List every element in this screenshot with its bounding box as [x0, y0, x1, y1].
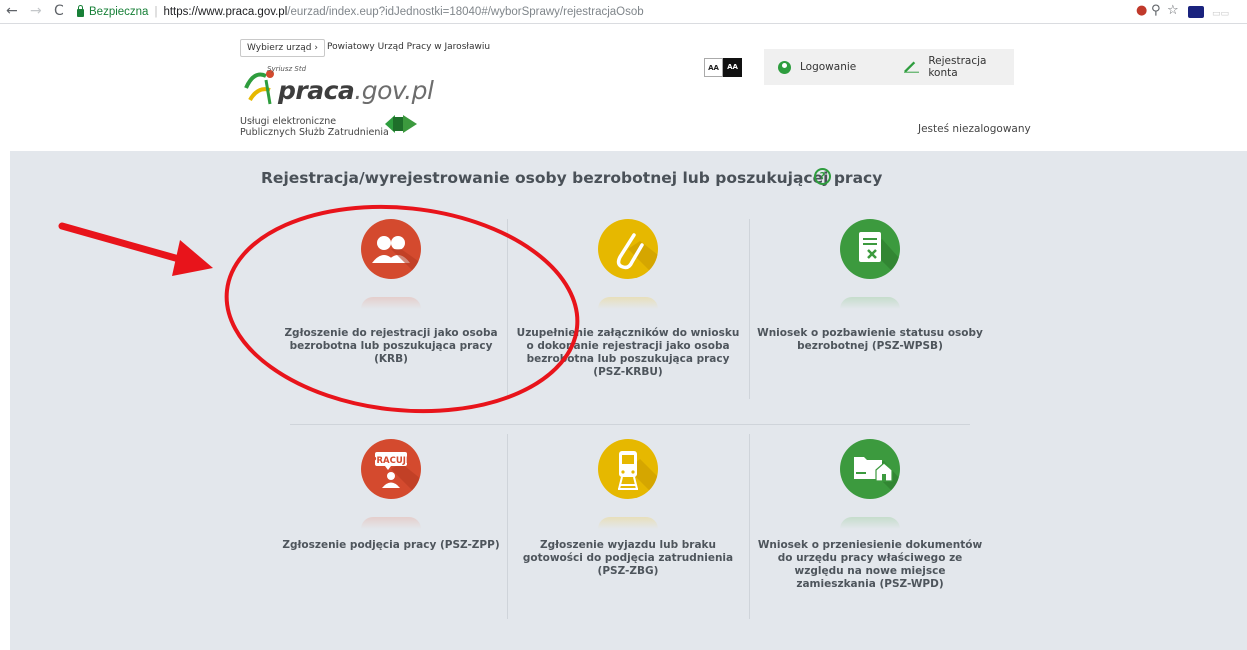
icon-reflection	[598, 517, 658, 529]
divider	[749, 434, 750, 619]
icon-reflection	[361, 517, 421, 529]
tile-label-line: zamieszkania (PSZ-WPD)	[796, 578, 944, 590]
browser-window: ← → C Bezpieczna | https://www.praca.gov…	[0, 0, 1247, 650]
paperclip-icon	[598, 219, 658, 279]
logo-subtitle: Syriusz Std	[267, 65, 307, 73]
tile-label-line: gotowości do podjęcia zatrudnienia	[522, 552, 734, 564]
login-button[interactable]: Logowanie	[778, 60, 857, 74]
divider	[749, 219, 750, 399]
train-icon	[598, 439, 658, 499]
tile-label-line: względu na nowe miejsce	[794, 565, 946, 577]
divider	[507, 434, 508, 619]
tile-label-line: bezrobotna lub poszukująca pracy	[289, 340, 493, 352]
tile-job-zpp[interactable]: PRACUJĘ Zgłoszenie podjęcia pracy (PSZ-Z…	[276, 439, 506, 619]
url-path: /eurzad/index.eup?idJednostki=18040#/wyb…	[287, 5, 644, 18]
tile-label-line: bezrobotnej (PSZ-WPSB)	[797, 340, 943, 352]
address-separator: |	[154, 5, 158, 18]
tile-registration-krb[interactable]: Zgłoszenie do rejestracji jako osoba bez…	[276, 219, 506, 399]
shield-icon[interactable]: ●	[1136, 3, 1147, 19]
pracuje-icon: PRACUJĘ	[361, 439, 421, 499]
icon-reflection	[840, 297, 900, 309]
choose-office-button[interactable]: Wybierz urząd ›	[240, 39, 325, 57]
tile-departure-zbg[interactable]: Zgłoszenie wyjazdu lub braku gotowości d…	[513, 439, 743, 619]
secure-label: Bezpieczna	[89, 5, 149, 18]
browser-toolbar: ← → C Bezpieczna | https://www.praca.gov…	[0, 0, 1247, 24]
tile-label-line: (KRB)	[374, 353, 408, 365]
page-title: Rejestracja/wyrejestrowanie osoby bezrob…	[261, 169, 883, 187]
contrast-normal-button[interactable]: AA	[704, 58, 723, 77]
login-panel: Logowanie Rejestracja konta	[764, 49, 1014, 85]
people-icon	[361, 219, 421, 279]
icon-reflection	[598, 297, 658, 309]
tile-label-line: (PSZ-KRBU)	[593, 366, 663, 378]
contrast-high-button[interactable]: AA	[723, 58, 742, 77]
help-icon[interactable]: ?	[814, 168, 831, 185]
psz-line-2: Publicznych Służb Zatrudnienia	[240, 127, 389, 138]
folder-house-icon	[840, 439, 900, 499]
tile-label-line: bezrobotna lub poszukująca pracy	[526, 353, 730, 365]
login-label: Logowanie	[800, 61, 857, 73]
icon-reflection	[840, 517, 900, 529]
login-status: Jesteś niezalogowany	[918, 123, 1031, 135]
user-icon	[778, 60, 791, 74]
extension-icon[interactable]	[1188, 6, 1204, 18]
tile-transfer-wpd[interactable]: Wniosek o przeniesienie dokumentów do ur…	[755, 439, 985, 619]
psz-caption: Usługi elektroniczne Publicznych Służb Z…	[240, 116, 389, 138]
tile-label-line: Wniosek o przeniesienie dokumentów	[757, 539, 983, 551]
url-host: https://www.praca.gov.pl	[163, 5, 288, 18]
zoom-icon[interactable]: ⚲	[1151, 3, 1161, 19]
tile-label-line: Zgłoszenie wyjazdu lub braku	[539, 539, 717, 551]
contrast-switch: AA AA	[704, 58, 742, 77]
tile-label-line: Wniosek o pozbawienie statusu osoby	[757, 327, 983, 339]
tile-label: Uzupełnienie załączników do wniosku o do…	[513, 327, 743, 379]
divider	[290, 424, 970, 425]
office-name: Powiatowy Urząd Pracy w Jarosławiu	[327, 42, 491, 52]
tile-label-line: o dokonanie rejestracji jako osoba	[526, 340, 730, 352]
tile-label: Zgłoszenie wyjazdu lub braku gotowości d…	[513, 539, 743, 578]
star-icon[interactable]: ☆	[1167, 3, 1179, 19]
tile-label: Wniosek o przeniesienie dokumentów do ur…	[755, 539, 985, 591]
back-arrow-icon[interactable]: ←	[6, 2, 18, 20]
address-bar[interactable]: Bezpieczna | https://www.praca.gov.pl/eu…	[77, 2, 644, 21]
tile-status-wpsb[interactable]: Wniosek o pozbawienie statusu osoby bezr…	[755, 219, 985, 399]
site-header: Wybierz urząd › Powiatowy Urząd Pracy w …	[0, 25, 1247, 151]
icon-reflection	[361, 297, 421, 309]
pencil-icon	[904, 61, 920, 73]
tile-label-line: do urzędu pracy właściwego ze	[777, 552, 963, 564]
pracuje-badge-text: PRACUJĘ	[370, 456, 412, 466]
tile-label-line: Zgłoszenie do rejestracji jako osoba	[284, 327, 498, 339]
extension-inactive-icon[interactable]: ▭▭	[1212, 6, 1229, 22]
tile-label-line: (PSZ-ZBG)	[597, 565, 659, 577]
psz-line-1: Usługi elektroniczne	[240, 116, 337, 127]
reload-icon[interactable]: C	[54, 2, 64, 20]
tile-label-line: Uzupełnienie załączników do wniosku	[516, 327, 740, 339]
register-label: Rejestracja konta	[928, 55, 987, 79]
divider	[507, 219, 508, 399]
praca-gov-logo[interactable]: Syriusz Std praca.gov.pl	[240, 60, 434, 108]
psz-logo-icon	[385, 115, 417, 133]
main-content: Rejestracja/wyrejestrowanie osoby bezrob…	[10, 151, 1247, 650]
register-button[interactable]: Rejestracja konta	[904, 55, 1014, 79]
tile-label: Zgłoszenie podjęcia pracy (PSZ-ZPP)	[276, 539, 506, 552]
logo-text: praca.gov.pl	[278, 76, 434, 105]
tile-label: Wniosek o pozbawienie statusu osoby bezr…	[755, 327, 985, 353]
logo-domain: .gov.pl	[354, 76, 434, 105]
logo-main: praca	[278, 76, 355, 105]
lock-icon	[77, 4, 84, 17]
tile-label-line: Zgłoszenie podjęcia pracy (PSZ-ZPP)	[282, 539, 500, 551]
tile-label: Zgłoszenie do rejestracji jako osoba bez…	[276, 327, 506, 366]
forward-arrow-icon[interactable]: →	[30, 2, 42, 20]
tile-attachments-krbu[interactable]: Uzupełnienie załączników do wniosku o do…	[513, 219, 743, 399]
document-x-icon	[840, 219, 900, 279]
